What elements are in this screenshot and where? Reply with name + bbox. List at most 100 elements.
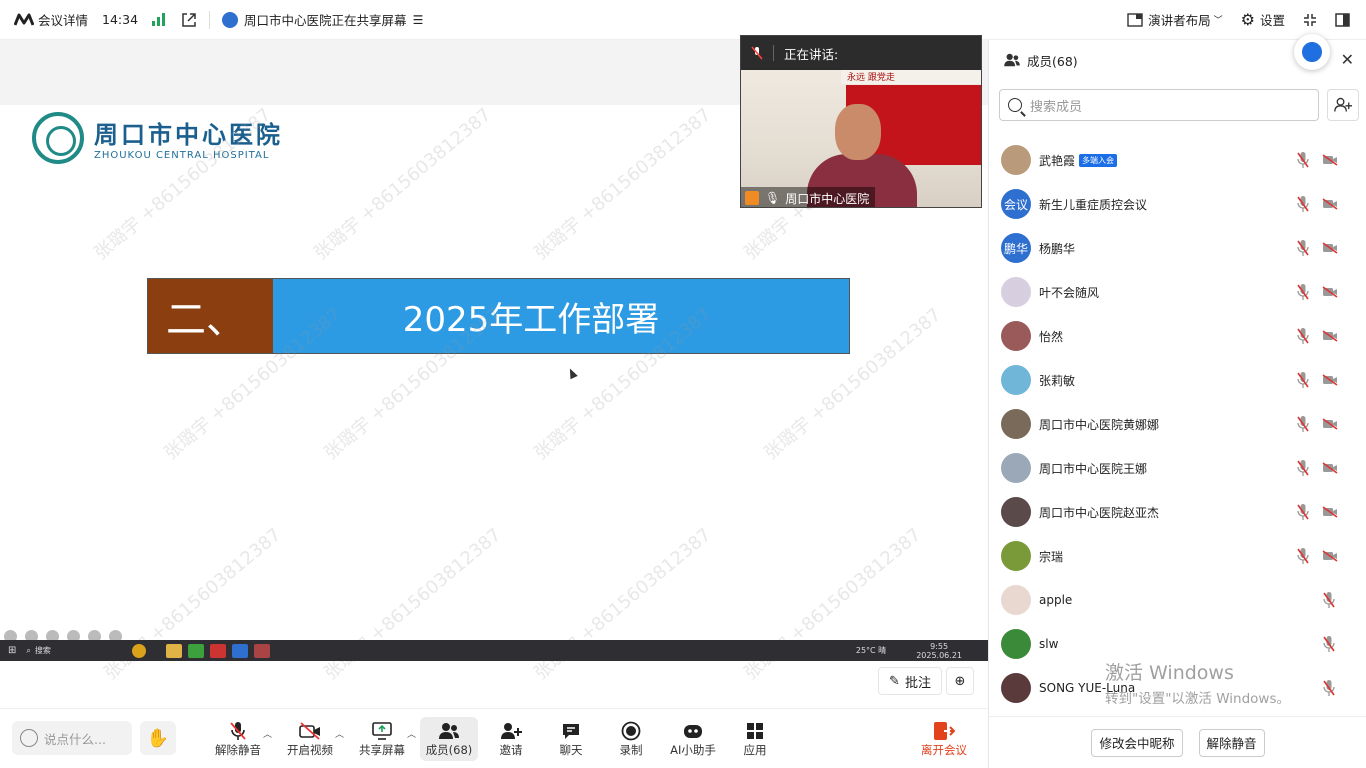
video-off-icon[interactable] — [1322, 506, 1338, 518]
avatar: 会议 — [1001, 189, 1031, 219]
close-panel-button[interactable]: ✕ — [1341, 50, 1354, 69]
video-off-icon[interactable] — [1322, 418, 1338, 430]
chat-icon — [561, 720, 581, 742]
avatar — [1001, 277, 1031, 307]
share-screen-button[interactable]: 共享屏幕 ︿ — [354, 717, 416, 761]
chat-button[interactable]: 聊天 — [543, 717, 599, 761]
member-list[interactable]: 武艳霞 多端入会 会议 新生儿重症质控会议 鹏华 杨鹏华叶不会随风怡然张莉敏周口市中心医院… — [989, 138, 1366, 718]
unmute-all-button[interactable]: 解除静音 — [1198, 728, 1265, 757]
video-off-icon[interactable] — [1322, 462, 1338, 474]
leave-meeting-button[interactable]: 离开会议 — [916, 717, 972, 761]
invite-button[interactable]: 邀请 — [483, 717, 539, 761]
exit-icon — [933, 720, 955, 742]
section-number: 二、 — [148, 279, 273, 353]
apps-button[interactable]: 应用 — [727, 717, 783, 761]
member-row[interactable]: 怡然 — [989, 314, 1366, 358]
video-off-icon[interactable] — [1322, 198, 1338, 210]
chevron-up-icon[interactable]: ︿ — [263, 727, 272, 740]
zoom-button[interactable]: ⊕ — [946, 667, 974, 695]
assistant-bubble-button[interactable] — [1294, 34, 1330, 70]
mic-off-icon[interactable] — [1297, 415, 1309, 433]
remote-taskbar: ⊞ ⌕ 搜索 25°C 晴 9:55 2025.06.21 — [0, 640, 988, 661]
hospital-name-en: ZHOUKOU CENTRAL HOSPITAL — [94, 150, 270, 161]
sharing-menu-icon[interactable]: ☰ — [413, 13, 424, 27]
mic-off-icon[interactable] — [1297, 459, 1309, 477]
sharing-status[interactable]: 周口市中心医院正在共享屏幕 ☰ — [222, 10, 423, 29]
speaker-video-header: 正在讲话: — [741, 36, 981, 70]
video-off-icon[interactable] — [1322, 550, 1338, 562]
avatar — [1001, 497, 1031, 527]
ai-assistant-button[interactable]: AI小助手 — [665, 717, 721, 761]
signal-icon[interactable] — [152, 13, 166, 26]
member-name: 叶不会随风 — [1039, 285, 1100, 300]
video-off-icon[interactable] — [1322, 286, 1338, 298]
mic-off-icon[interactable] — [1297, 371, 1309, 389]
minimize-layout-button[interactable] — [1303, 13, 1317, 27]
separator — [209, 10, 211, 29]
chat-bubble-icon — [1302, 42, 1322, 62]
member-row[interactable]: 周口市中心医院黄娜娜 — [989, 402, 1366, 446]
member-name: slw — [1039, 637, 1059, 651]
raise-hand-button[interactable]: ✋ — [140, 721, 176, 755]
mic-off-icon[interactable] — [1297, 239, 1309, 257]
rename-button[interactable]: 修改会中昵称 — [1091, 728, 1183, 757]
mic-off-icon[interactable] — [1297, 503, 1309, 521]
mic-off-icon[interactable] — [1297, 547, 1309, 565]
member-name: apple — [1039, 593, 1073, 607]
member-row[interactable]: 叶不会随风 — [989, 270, 1366, 314]
mic-off-icon[interactable] — [1297, 151, 1309, 169]
taskbar-app-icon — [254, 643, 271, 658]
avatar — [1001, 541, 1031, 571]
member-row[interactable]: 鹏华 杨鹏华 — [989, 226, 1366, 270]
pen-icon: ✎ — [889, 673, 900, 689]
user-icon — [745, 191, 759, 205]
record-button[interactable]: 录制 — [603, 717, 659, 761]
member-row[interactable]: 武艳霞 多端入会 — [989, 138, 1366, 182]
hospital-logo: 周口市中心医院 ZHOUKOU CENTRAL HOSPITAL — [32, 112, 283, 164]
avatar — [1001, 673, 1031, 703]
hospital-emblem-icon — [32, 112, 84, 164]
mic-off-icon[interactable] — [1323, 591, 1335, 609]
mic-off-icon[interactable] — [1297, 327, 1309, 345]
settings-button[interactable]: ⚙ 设置 — [1241, 10, 1285, 29]
sidebar-icon — [1335, 12, 1350, 27]
video-off-icon[interactable] — [1322, 374, 1338, 386]
member-row[interactable]: apple — [989, 578, 1366, 622]
close-icon: ✕ — [1340, 50, 1354, 69]
video-off-icon[interactable] — [1322, 330, 1338, 342]
member-row[interactable]: 会议 新生儿重症质控会议 — [989, 182, 1366, 226]
windows-activation-watermark: 激活 Windows 转到"设置"以激活 Windows。 — [1105, 658, 1290, 707]
layout-dropdown[interactable]: 演讲者布局 ﹀ — [1127, 10, 1223, 29]
avatar — [1001, 409, 1031, 439]
speaker-face-image — [835, 104, 881, 160]
layout-label: 演讲者布局 — [1148, 13, 1211, 28]
invite-member-button[interactable] — [1327, 89, 1359, 121]
meeting-details-button[interactable]: 会议详情 — [14, 10, 88, 29]
member-row[interactable]: 周口市中心医院王娜 — [989, 446, 1366, 490]
unmute-button[interactable]: 解除静音 ︿ — [210, 717, 272, 761]
mic-off-icon[interactable] — [1297, 195, 1309, 213]
start-video-button[interactable]: 开启视频 ︿ — [282, 717, 344, 761]
taskbar-app-icon — [166, 643, 183, 658]
speaker-video[interactable]: 正在讲话: 永远 跟党走 🎙 周口市中心医院 — [740, 35, 982, 208]
open-external-icon[interactable] — [181, 12, 197, 28]
mic-off-icon[interactable] — [1323, 635, 1335, 653]
member-row[interactable]: 张莉敏 — [989, 358, 1366, 402]
video-off-icon[interactable] — [1322, 242, 1338, 254]
video-off-icon[interactable] — [1322, 154, 1338, 166]
quick-message-input[interactable]: 说点什么... — [12, 721, 132, 755]
members-button[interactable]: 成员(68) — [420, 717, 478, 761]
taskbar-clock: 9:55 2025.06.21 — [916, 642, 962, 660]
mic-off-icon[interactable] — [1297, 283, 1309, 301]
chevron-up-icon[interactable]: ︿ — [407, 727, 416, 740]
member-search-input[interactable]: 搜索成员 — [999, 89, 1319, 121]
annotate-button[interactable]: ✎ 批注 — [878, 667, 942, 695]
chevron-up-icon[interactable]: ︿ — [335, 727, 344, 740]
member-name: 杨鹏华 — [1039, 241, 1076, 256]
leave-meeting-label: 离开会议 — [921, 743, 967, 757]
member-name: 张莉敏 — [1039, 373, 1076, 388]
mic-off-icon[interactable] — [1323, 679, 1335, 697]
sidebar-toggle-button[interactable] — [1335, 12, 1350, 27]
member-row[interactable]: 宗瑞 — [989, 534, 1366, 578]
member-row[interactable]: 周口市中心医院赵亚杰 — [989, 490, 1366, 534]
